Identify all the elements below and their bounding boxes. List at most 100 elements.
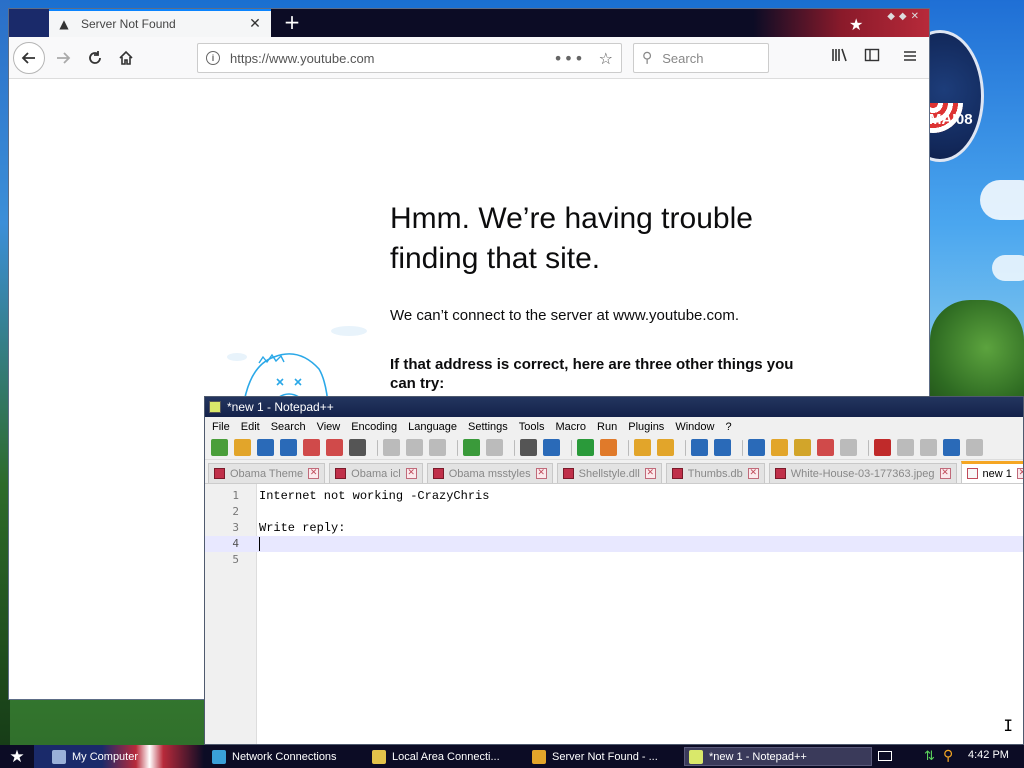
forward-button[interactable] bbox=[49, 44, 77, 72]
editor-line[interactable]: 2 bbox=[205, 504, 1023, 520]
editor-line[interactable]: 1 Internet not working -CrazyChris bbox=[205, 488, 1023, 504]
toolbar-button-icon[interactable] bbox=[634, 439, 651, 456]
toolbar-button-icon[interactable] bbox=[874, 439, 891, 456]
toolbar-button-icon[interactable] bbox=[794, 439, 811, 456]
toolbar-button-icon[interactable] bbox=[600, 439, 617, 456]
file-tab[interactable]: Obama Theme ✕ bbox=[208, 463, 326, 483]
page-actions-icon[interactable]: ••• bbox=[553, 49, 584, 68]
file-tab[interactable]: new 1 ✕ bbox=[960, 461, 1023, 483]
menu-item-[interactable]: ? bbox=[720, 421, 736, 433]
toolbar-button-icon[interactable] bbox=[897, 439, 914, 456]
toolbar-button-icon[interactable] bbox=[349, 439, 366, 456]
home-button[interactable] bbox=[112, 44, 140, 72]
file-tab[interactable]: Obama icl ✕ bbox=[329, 463, 423, 483]
toolbar-button-icon[interactable] bbox=[406, 439, 423, 456]
toolbar-button-icon[interactable] bbox=[234, 439, 251, 456]
menu-item-view[interactable]: View bbox=[312, 421, 346, 433]
library-icon[interactable] bbox=[829, 47, 851, 69]
keyboard-icon[interactable] bbox=[878, 751, 892, 761]
search-tray-icon[interactable]: ⚲ bbox=[943, 748, 953, 764]
hamburger-menu-icon[interactable] bbox=[899, 47, 921, 69]
tab-close-icon[interactable]: ✕ bbox=[308, 468, 320, 479]
file-tab[interactable]: Obama msstyles ✕ bbox=[426, 463, 553, 483]
notepadpp-editor[interactable]: I 1 Internet not working -CrazyChris 2 3 Wri… bbox=[205, 484, 1023, 744]
tab-server-not-found[interactable]: ▲ Server Not Found ✕ bbox=[49, 9, 271, 37]
search-bar[interactable]: ⚲ bbox=[633, 43, 769, 73]
toolbar-button-icon[interactable] bbox=[748, 439, 765, 456]
tab-close-icon[interactable]: ✕ bbox=[644, 468, 656, 479]
bookmark-star-icon[interactable]: ☆ bbox=[599, 49, 613, 68]
file-tab[interactable]: Shellstyle.dll ✕ bbox=[556, 463, 662, 483]
toolbar-button-icon[interactable] bbox=[657, 439, 674, 456]
menu-item-window[interactable]: Window bbox=[670, 421, 719, 433]
editor-line[interactable]: 3 Write reply: bbox=[205, 520, 1023, 536]
toolbar-button-icon[interactable] bbox=[463, 439, 480, 456]
menu-item-macro[interactable]: Macro bbox=[550, 421, 591, 433]
system-clock[interactable]: 4:42 PM bbox=[968, 749, 1009, 761]
tab-close-icon[interactable]: ✕ bbox=[1016, 468, 1023, 479]
menu-item-settings[interactable]: Settings bbox=[463, 421, 513, 433]
line-text[interactable]: Internet not working -CrazyChris bbox=[259, 489, 489, 503]
taskbar-item[interactable]: Network Connections bbox=[208, 747, 358, 766]
info-icon[interactable]: i bbox=[206, 51, 220, 65]
toolbar-button-icon[interactable] bbox=[326, 439, 343, 456]
toolbar-button-icon[interactable] bbox=[771, 439, 788, 456]
error-suggestions-heading: If that address is correct, here are thr… bbox=[390, 356, 794, 392]
toolbar-button-icon[interactable] bbox=[486, 439, 503, 456]
toolbar-button-icon[interactable] bbox=[543, 439, 560, 456]
file-tab[interactable]: Thumbs.db ✕ bbox=[665, 463, 765, 483]
toolbar-button-icon[interactable] bbox=[943, 439, 960, 456]
editor-line[interactable]: 4 bbox=[205, 536, 1023, 552]
toolbar-button-icon[interactable] bbox=[303, 439, 320, 456]
search-input[interactable] bbox=[662, 50, 753, 66]
taskbar-app-icon bbox=[212, 749, 226, 764]
toolbar-button-icon[interactable] bbox=[280, 439, 297, 456]
notepadpp-title-bar[interactable]: *new 1 - Notepad++ bbox=[205, 397, 1023, 417]
tab-close-icon[interactable]: ✕ bbox=[939, 468, 951, 479]
file-tab[interactable]: White-House-03-177363.jpeg ✕ bbox=[768, 463, 957, 483]
menu-item-run[interactable]: Run bbox=[592, 421, 622, 433]
menu-item-tools[interactable]: Tools bbox=[514, 421, 550, 433]
menu-item-language[interactable]: Language bbox=[403, 421, 462, 433]
toolbar-button-icon[interactable] bbox=[714, 439, 731, 456]
tab-close-icon[interactable]: ✕ bbox=[247, 16, 263, 32]
line-number: 1 bbox=[232, 489, 239, 502]
tab-close-icon[interactable]: ✕ bbox=[535, 468, 547, 479]
menu-item-search[interactable]: Search bbox=[266, 421, 311, 433]
network-tray-icon[interactable]: ⇅ bbox=[924, 749, 935, 764]
toolbar-button-icon[interactable] bbox=[429, 439, 446, 456]
menu-item-encoding[interactable]: Encoding bbox=[346, 421, 402, 433]
url-bar[interactable]: i https://www.youtube.com ••• ☆ bbox=[197, 43, 622, 73]
taskbar-item[interactable]: My Computer bbox=[48, 747, 203, 766]
tab-close-icon[interactable]: ✕ bbox=[405, 468, 417, 479]
toolbar-button-icon[interactable] bbox=[211, 439, 228, 456]
back-button[interactable] bbox=[13, 42, 45, 74]
tab-close-icon[interactable]: ✕ bbox=[747, 468, 759, 479]
line-text[interactable]: Write reply: bbox=[259, 521, 345, 535]
new-tab-button[interactable]: + bbox=[281, 11, 303, 33]
file-tab-label: Obama icl bbox=[351, 467, 401, 480]
sidebar-icon[interactable] bbox=[861, 47, 883, 69]
toolbar-button-icon[interactable] bbox=[691, 439, 708, 456]
taskbar-item[interactable]: *new 1 - Notepad++ bbox=[684, 747, 872, 766]
start-button[interactable]: ★ bbox=[0, 745, 34, 768]
taskbar-item[interactable]: Local Area Connecti... bbox=[368, 747, 518, 766]
file-icon bbox=[432, 468, 444, 479]
menu-item-file[interactable]: File bbox=[207, 421, 235, 433]
toolbar-button-icon[interactable] bbox=[383, 439, 400, 456]
file-icon bbox=[671, 468, 683, 479]
window-controls[interactable]: ◆◆✕ bbox=[887, 11, 923, 22]
toolbar-button-icon[interactable] bbox=[966, 439, 983, 456]
taskbar-item[interactable]: Server Not Found - ... bbox=[528, 747, 676, 766]
toolbar-button-icon[interactable] bbox=[520, 439, 537, 456]
editor-line[interactable]: 5 bbox=[205, 552, 1023, 568]
url-text[interactable]: https://www.youtube.com bbox=[230, 51, 553, 66]
menu-item-edit[interactable]: Edit bbox=[236, 421, 265, 433]
toolbar-button-icon[interactable] bbox=[920, 439, 937, 456]
menu-item-plugins[interactable]: Plugins bbox=[623, 421, 669, 433]
toolbar-button-icon[interactable] bbox=[840, 439, 857, 456]
reload-button[interactable] bbox=[81, 44, 109, 72]
toolbar-button-icon[interactable] bbox=[577, 439, 594, 456]
toolbar-button-icon[interactable] bbox=[257, 439, 274, 456]
toolbar-button-icon[interactable] bbox=[817, 439, 834, 456]
